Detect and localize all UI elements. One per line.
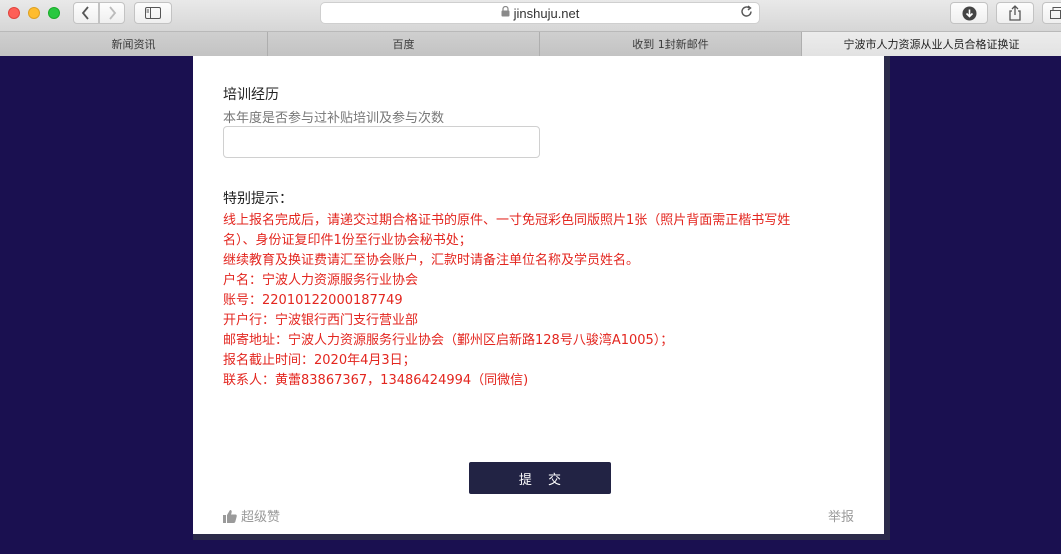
notice-line: 邮寄地址：宁波人力资源服务行业协会（鄞州区启新路128号八骏湾A1005）； (223, 333, 674, 348)
like-label: 超级赞 (241, 510, 281, 525)
window-zoom-button[interactable] (48, 7, 60, 19)
notice-title: 特别提示： (223, 191, 293, 207)
download-icon (962, 6, 976, 20)
tab-label: 收到 1封新邮件 (632, 38, 709, 51)
share-button[interactable] (996, 2, 1034, 24)
notice-line: 报名截止时间：2020年4月3日； (223, 353, 416, 368)
address-bar[interactable]: jinshuju.net (320, 2, 760, 24)
training-field-hint: 本年度是否参与过补贴培训及参与次数 (223, 111, 445, 126)
submit-button[interactable]: 提 交 (469, 462, 611, 494)
url-text: jinshuju.net (513, 5, 580, 21)
window-close-button[interactable] (8, 7, 20, 19)
downloads-button[interactable] (950, 2, 988, 24)
sidebar-toggle-button[interactable] (134, 2, 172, 24)
form-card: 培训经历 本年度是否参与过补贴培训及参与次数 特别提示： 线上报名完成后，请递交… (193, 56, 890, 540)
browser-toolbar: jinshuju.net (0, 0, 1061, 32)
chevron-right-icon (109, 6, 117, 20)
tab-news[interactable]: 新闻资讯 (0, 32, 268, 56)
tab-label: 百度 (392, 38, 415, 51)
show-tabs-button[interactable] (1042, 2, 1061, 24)
notice-line: 继续教育及换证费请汇至协会账户，汇款时请备注单位名称及学员姓名。 (223, 253, 640, 268)
chevron-left-icon (81, 6, 89, 20)
back-button[interactable] (73, 2, 99, 24)
training-input[interactable] (223, 126, 540, 158)
training-field-label: 培训经历 (223, 87, 279, 103)
thumbs-up-icon (223, 509, 237, 523)
like-button[interactable]: 超级赞 (223, 506, 280, 525)
window-minimize-button[interactable] (28, 7, 40, 19)
report-link[interactable]: 举报 (828, 506, 854, 525)
share-icon (1009, 5, 1021, 21)
tab-label: 新闻资讯 (111, 38, 156, 51)
lock-icon (501, 5, 510, 20)
sidebar-icon (145, 7, 161, 19)
reload-icon[interactable] (740, 5, 753, 21)
notice-line: 线上报名完成后，请递交过期合格证书的原件、一寸免冠彩色同版照片1张（照片背面需正… (223, 213, 791, 228)
tab-certificate-form[interactable]: 宁波市人力资源从业人员合格证换证 (802, 32, 1061, 56)
notice-text: 线上报名完成后，请递交过期合格证书的原件、一寸免冠彩色同版照片1张（照片背面需正… (223, 211, 863, 391)
tabs-icon (1050, 7, 1061, 19)
notice-line: 户名：宁波人力资源服务行业协会 (223, 273, 419, 288)
notice-line: 联系人：黄蕾83867367，13486424994（同微信) (223, 373, 529, 388)
tab-bar: 新闻资讯 百度 收到 1封新邮件 宁波市人力资源从业人员合格证换证 (0, 32, 1061, 56)
notice-line: 名）、身份证复印件1份至行业协会秘书处； (223, 233, 472, 248)
tab-label: 宁波市人力资源从业人员合格证换证 (843, 38, 1020, 51)
forward-button[interactable] (99, 2, 125, 24)
notice-line: 账号：22010122000187749 (223, 293, 403, 308)
notice-line: 开户行：宁波银行西门支行营业部 (223, 313, 419, 328)
tab-mail[interactable]: 收到 1封新邮件 (540, 32, 802, 56)
tab-baidu[interactable]: 百度 (268, 32, 540, 56)
